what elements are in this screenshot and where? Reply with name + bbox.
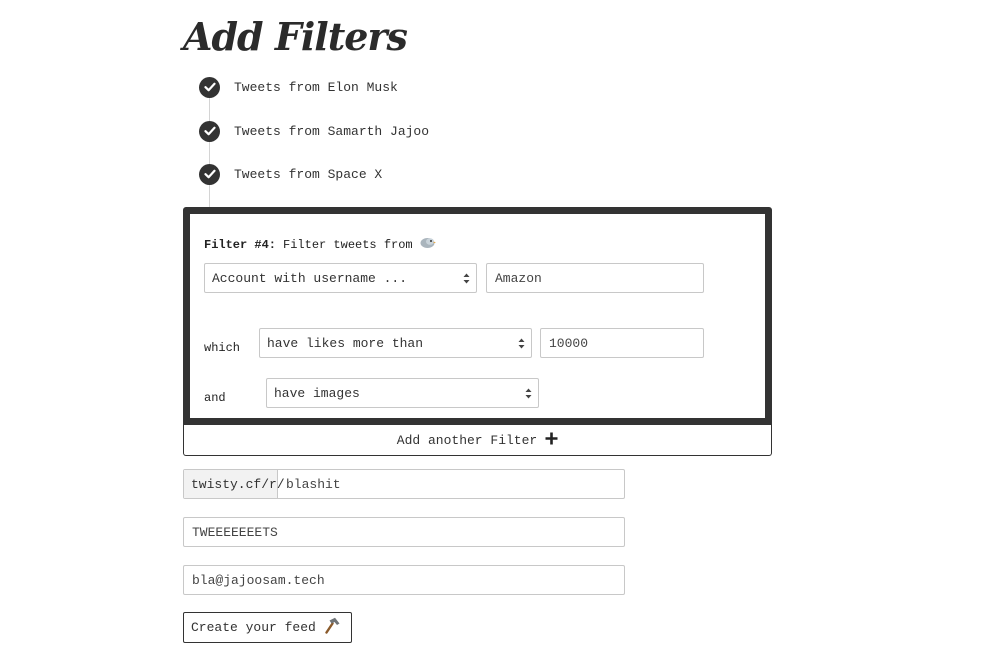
url-prefix-addon: twisty.cf/r/ <box>184 470 285 498</box>
completed-filter-label: Tweets from Space X <box>234 166 383 182</box>
which-label: which <box>204 341 241 355</box>
check-circle-icon <box>199 120 220 142</box>
add-filter-label: Add another Filter <box>396 432 538 448</box>
condition-select-value: have likes more than <box>267 335 424 351</box>
source-select-value: Account with username ... <box>212 270 408 286</box>
username-input[interactable]: Amazon <box>486 263 704 293</box>
filter-number: Filter #4: <box>204 237 277 252</box>
filter-card: Filter #4: Filter tweets from Account wi… <box>183 207 772 425</box>
select-arrows-icon <box>518 338 525 349</box>
create-feed-button[interactable]: Create your feed <box>183 612 352 643</box>
check-circle-icon <box>199 163 220 185</box>
page-title: Add Filters <box>183 14 408 59</box>
feed-url-input[interactable]: blashit <box>278 470 341 498</box>
completed-filter-item: Tweets from Space X <box>199 163 382 185</box>
completed-filter-label: Tweets from Elon Musk <box>234 79 398 95</box>
filter-title: Filter #4: Filter tweets from <box>204 236 436 253</box>
likes-count-input[interactable]: 10000 <box>540 328 704 358</box>
plus-icon <box>545 432 558 449</box>
completed-filter-label: Tweets from Samarth Jajoo <box>234 123 430 139</box>
feed-name-input[interactable]: TWEEEEEEETS <box>184 518 278 546</box>
completed-filter-item: Tweets from Elon Musk <box>199 76 398 98</box>
email-field[interactable]: bla@jajoosam.tech <box>183 565 625 595</box>
select-arrows-icon <box>463 273 470 284</box>
hammer-icon <box>324 617 342 638</box>
condition-select[interactable]: have likes more than <box>259 328 532 358</box>
completed-filter-item: Tweets from Samarth Jajoo <box>199 120 429 142</box>
add-filter-button[interactable]: Add another Filter <box>183 425 772 456</box>
bird-icon <box>419 236 436 253</box>
check-circle-icon <box>199 76 220 98</box>
and-label: and <box>204 391 226 405</box>
media-select-value: have images <box>274 385 360 401</box>
filter-title-text: Filter tweets from <box>283 237 413 252</box>
media-select[interactable]: have images <box>266 378 539 408</box>
source-select[interactable]: Account with username ... <box>204 263 477 293</box>
email-input[interactable]: bla@jajoosam.tech <box>184 566 325 594</box>
create-feed-label: Create your feed <box>191 620 316 635</box>
feed-name-field[interactable]: TWEEEEEEETS <box>183 517 625 547</box>
feed-url-field[interactable]: twisty.cf/r/ blashit <box>183 469 625 499</box>
timeline-line <box>209 86 210 210</box>
select-arrows-icon <box>525 388 532 399</box>
